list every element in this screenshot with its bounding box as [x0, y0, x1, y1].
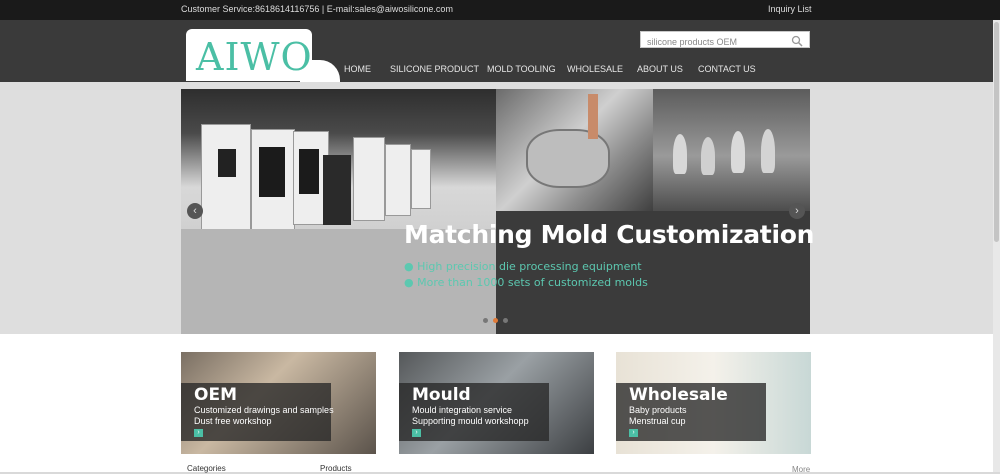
- customer-service-info: Customer Service:8618614116756 | E-mail:…: [181, 4, 453, 14]
- card-mould-caption: Mould Mould integration service Supporti…: [399, 383, 549, 441]
- card-oem[interactable]: OEM Customized drawings and samples Dust…: [181, 352, 376, 454]
- banner-next-arrow[interactable]: ›: [789, 203, 805, 219]
- search-input[interactable]: [641, 34, 787, 50]
- banner-prev-arrow[interactable]: ‹: [187, 203, 203, 219]
- logo-text: AIWO: [196, 35, 313, 79]
- banner-photo-mold: [496, 89, 653, 211]
- card-oem-line1: Customized drawings and samples: [194, 405, 334, 415]
- card-mould-line2: Supporting mould workshopp: [412, 416, 529, 426]
- search-box: [640, 31, 810, 50]
- card-wholesale-caption: Wholesale Baby products Menstrual cup ›: [616, 383, 766, 441]
- search-icon[interactable]: [791, 34, 803, 47]
- banner-bullet-2-text: More than 1000 sets of customized molds: [417, 276, 648, 289]
- inquiry-list-link[interactable]: Inquiry List: [768, 4, 812, 14]
- card-wholesale-title: Wholesale: [629, 385, 728, 405]
- slide-dot-2-active[interactable]: [493, 318, 498, 323]
- scrollbar-thumb[interactable]: [994, 22, 999, 242]
- card-mould-line1: Mould integration service: [412, 405, 513, 415]
- card-oem-caption: OEM Customized drawings and samples Dust…: [181, 383, 334, 441]
- card-wholesale-line2: Menstrual cup: [629, 416, 686, 426]
- hero-banner: [181, 89, 810, 334]
- card-oem-line2: Dust free workshop: [194, 416, 272, 426]
- page-scrollbar[interactable]: [993, 20, 1000, 472]
- card-mould-title: Mould: [412, 385, 471, 405]
- card-wholesale[interactable]: Wholesale Baby products Menstrual cup ›: [616, 352, 811, 454]
- card-oem-arrow-icon[interactable]: ›: [194, 429, 203, 437]
- card-wholesale-arrow-icon[interactable]: ›: [629, 429, 638, 437]
- banner-bullet-1: ● High precision die processing equipmen…: [404, 260, 642, 273]
- banner-bullet-1-text: High precision die processing equipment: [417, 260, 642, 273]
- banner-photo-cnc-machines: [181, 89, 496, 334]
- banner-headline: Matching Mold Customization: [404, 220, 815, 249]
- nav-contact-us[interactable]: CONTACT US: [698, 64, 756, 74]
- card-wholesale-line1: Baby products: [629, 405, 687, 415]
- nav-wholesale[interactable]: WHOLESALE: [567, 64, 623, 74]
- more-link[interactable]: More: [792, 465, 810, 474]
- banner-bullet-2: ● More than 1000 sets of customized mold…: [404, 276, 648, 289]
- top-bar: Customer Service:8618614116756 | E-mail:…: [0, 0, 1000, 20]
- card-mould-arrow-icon[interactable]: ›: [412, 429, 421, 437]
- nav-about-us[interactable]: ABOUT US: [637, 64, 683, 74]
- nav-silicone-product[interactable]: SILICONE PRODUCT: [390, 64, 479, 74]
- logo[interactable]: AIWO: [186, 29, 312, 81]
- slide-dot-3[interactable]: [503, 318, 508, 323]
- nav-mold-tooling[interactable]: MOLD TOOLING: [487, 64, 556, 74]
- card-mould[interactable]: Mould Mould integration service Supporti…: [399, 352, 594, 454]
- slide-dot-1[interactable]: [483, 318, 488, 323]
- nav-home[interactable]: HOME: [344, 64, 371, 74]
- card-oem-title: OEM: [194, 385, 237, 405]
- banner-photo-mold-cavities: [653, 89, 810, 211]
